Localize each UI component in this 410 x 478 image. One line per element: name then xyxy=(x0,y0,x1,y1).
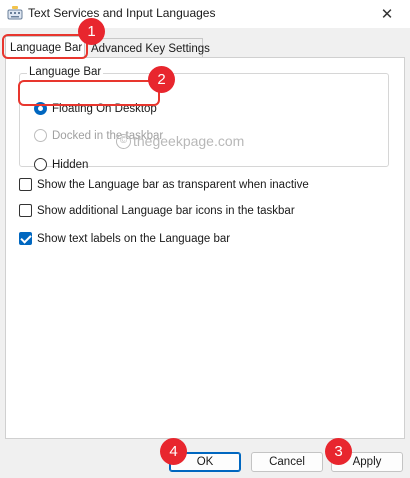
step-marker-1: 1 xyxy=(78,18,105,45)
checkbox-label: Show the Language bar as transparent whe… xyxy=(37,178,309,191)
ok-button-label: OK xyxy=(196,456,214,468)
keyboard-settings-icon xyxy=(7,6,23,20)
cancel-button[interactable]: Cancel xyxy=(251,452,323,472)
title-bar: Text Services and Input Languages ✕ xyxy=(0,0,410,28)
highlight-language-bar-tab xyxy=(2,34,88,59)
step-marker-3: 3 xyxy=(325,438,352,465)
checkbox-transparent-when-inactive[interactable]: Show the Language bar as transparent whe… xyxy=(19,178,309,191)
watermark: © thegeekpage.com xyxy=(116,133,244,149)
radio-indicator[interactable] xyxy=(34,158,47,171)
step-marker-2: 2 xyxy=(148,66,175,93)
radio-indicator xyxy=(34,129,47,142)
groupbox-legend: Language Bar xyxy=(27,66,104,78)
checkbox-indicator[interactable] xyxy=(19,178,32,191)
apply-button-label: Apply xyxy=(352,456,382,468)
copyright-icon: © xyxy=(116,133,131,149)
radio-label: Hidden xyxy=(52,158,89,171)
checkbox-label: Show additional Language bar icons in th… xyxy=(37,204,295,217)
checkbox-additional-icons[interactable]: Show additional Language bar icons in th… xyxy=(19,204,295,217)
highlight-floating-option xyxy=(18,80,160,106)
checkbox-indicator[interactable] xyxy=(19,204,32,217)
tab-advanced-key-settings[interactable]: Advanced Key Settings xyxy=(86,38,210,58)
checkbox-label: Show text labels on the Language bar xyxy=(37,232,231,245)
close-icon: ✕ xyxy=(380,6,394,23)
checkbox-indicator[interactable] xyxy=(19,232,32,245)
checkbox-show-text-labels[interactable]: Show text labels on the Language bar xyxy=(19,232,230,245)
tab-advanced-key-settings-label: Advanced Key Settings xyxy=(91,42,210,55)
cancel-button-label: Cancel xyxy=(269,456,305,468)
watermark-text: thegeekpage.com xyxy=(133,133,245,149)
window-title: Text Services and Input Languages xyxy=(28,6,216,20)
radio-hidden[interactable]: Hidden xyxy=(34,158,88,171)
step-marker-4: 4 xyxy=(160,438,187,465)
tab-panel: Language Bar Floating On Desktop Docked … xyxy=(5,57,405,439)
close-button[interactable]: ✕ xyxy=(364,0,410,28)
